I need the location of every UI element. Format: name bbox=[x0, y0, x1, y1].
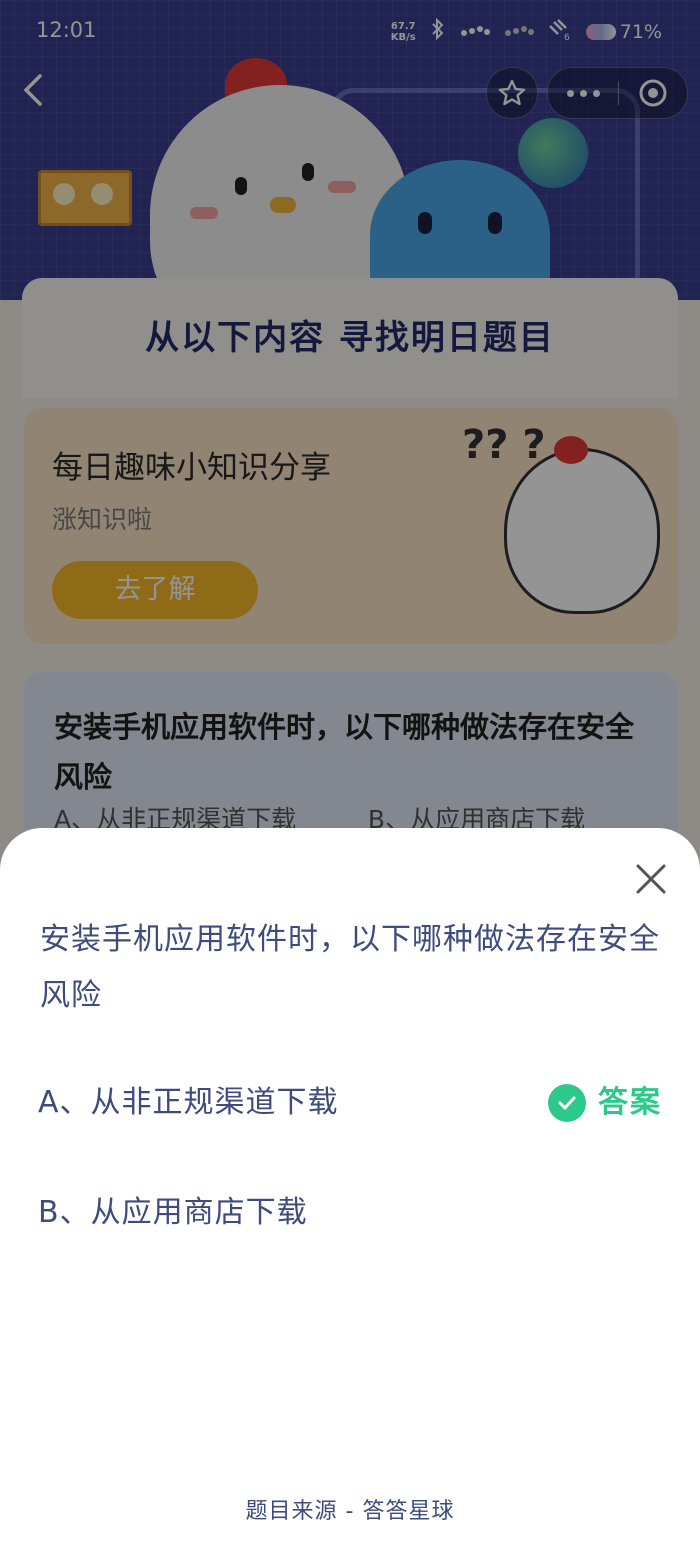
check-icon bbox=[548, 1084, 586, 1122]
medal-frame-icon bbox=[38, 170, 132, 226]
favorite-button[interactable] bbox=[486, 67, 538, 119]
sheet-question-text: 安装手机应用软件时，以下哪种做法存在安全风险 bbox=[40, 922, 660, 1013]
battery-level: 71% bbox=[619, 20, 662, 43]
question-card-text: 安装手机应用软件时，以下哪种做法存在安全风险 bbox=[54, 710, 635, 794]
knowledge-card-title: 每日趣味小知识分享 bbox=[52, 450, 331, 486]
mini-program-capsule bbox=[547, 67, 688, 119]
answer-sheet: 安装手机应用软件时，以下哪种做法存在安全风险 A、从非正规渠道下载 答案 B、从… bbox=[0, 828, 700, 1555]
knowledge-card-subtitle: 涨知识啦 bbox=[52, 505, 153, 534]
globe-icon bbox=[518, 118, 588, 188]
wifi-icon: 6 bbox=[548, 18, 572, 45]
question-source: 题目来源 - 答答星球 bbox=[245, 1499, 455, 1524]
back-button[interactable] bbox=[18, 70, 58, 114]
option-b-label: B、从应用商店下载 bbox=[38, 1195, 308, 1230]
thinking-chick-illustration bbox=[504, 448, 660, 614]
exit-mini-program-button[interactable] bbox=[618, 68, 687, 118]
status-time: 12:01 bbox=[36, 18, 97, 42]
more-button[interactable] bbox=[548, 68, 618, 118]
close-button[interactable] bbox=[630, 858, 672, 900]
option-b[interactable]: B、从应用商店下载 bbox=[38, 1183, 662, 1243]
signal-icon-2 bbox=[504, 23, 534, 41]
option-a-label: A、从非正规渠道下载 bbox=[38, 1085, 339, 1120]
svg-text:6: 6 bbox=[564, 33, 570, 40]
star-icon bbox=[498, 79, 526, 106]
question-marks-icon: ?? ? bbox=[462, 422, 546, 468]
page-title: 从以下内容 寻找明日题目 bbox=[145, 318, 555, 358]
thinking-chick-comb bbox=[554, 436, 588, 464]
more-icon bbox=[566, 89, 574, 97]
learn-more-button[interactable]: 去了解 bbox=[52, 561, 258, 619]
network-speed: 67.7 KB/s bbox=[390, 20, 416, 43]
answer-label: 答案 bbox=[598, 1085, 662, 1120]
signal-icon bbox=[460, 23, 490, 41]
bluetooth-icon bbox=[430, 17, 446, 45]
status-bar: 12:01 67.7 KB/s 6 71% bbox=[0, 0, 700, 62]
close-icon bbox=[636, 864, 666, 894]
answer-tag: 答案 bbox=[548, 1084, 662, 1122]
battery-icon: 71% bbox=[585, 20, 662, 43]
back-icon bbox=[23, 74, 42, 106]
option-a[interactable]: A、从非正规渠道下载 答案 bbox=[38, 1073, 662, 1133]
target-close-icon bbox=[639, 79, 666, 107]
